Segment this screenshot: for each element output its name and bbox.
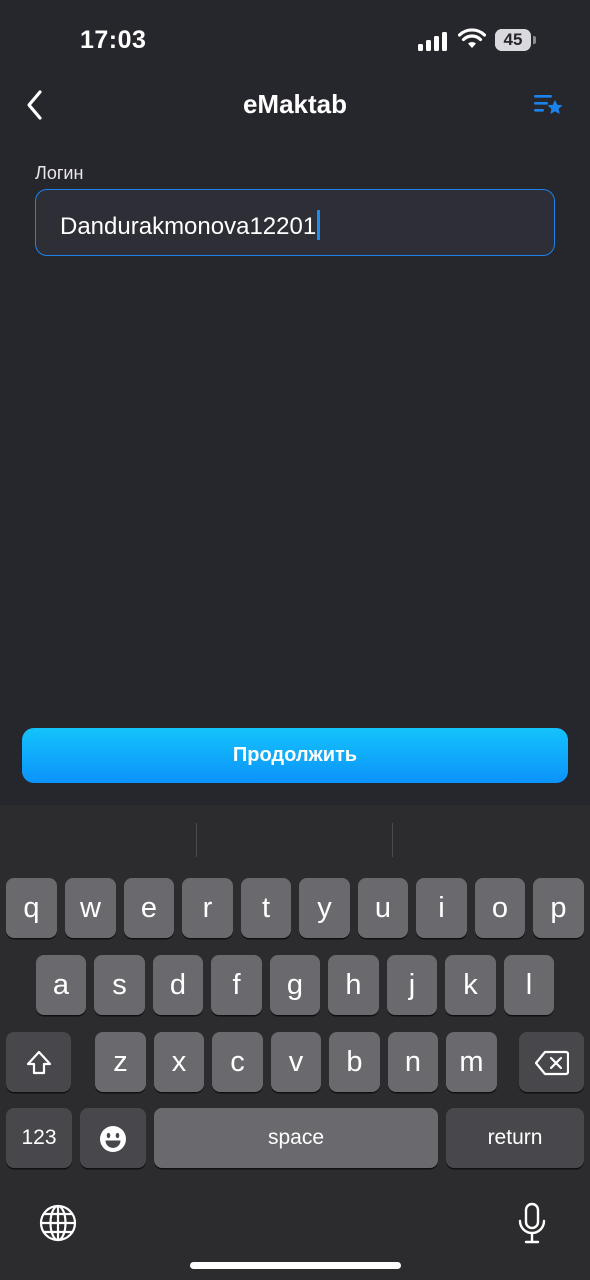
shift-key[interactable] — [6, 1032, 71, 1092]
suggestion-divider — [392, 823, 393, 857]
continue-button[interactable]: Продолжить — [22, 728, 568, 783]
key-j[interactable]: j — [387, 955, 437, 1015]
key-n[interactable]: n — [388, 1032, 438, 1092]
key-r[interactable]: r — [182, 878, 233, 938]
key-y[interactable]: y — [299, 878, 350, 938]
space-key[interactable]: space — [154, 1108, 438, 1168]
numbers-key[interactable]: 123 — [6, 1108, 72, 1168]
key-k[interactable]: k — [445, 955, 496, 1015]
status-time: 17:03 — [80, 26, 147, 54]
battery-percent: 45 — [503, 30, 523, 49]
key-s[interactable]: s — [94, 955, 145, 1015]
key-v[interactable]: v — [271, 1032, 321, 1092]
login-label: Логин — [35, 163, 84, 183]
key-t[interactable]: t — [241, 878, 291, 938]
key-d[interactable]: d — [153, 955, 203, 1015]
key-u[interactable]: u — [358, 878, 408, 938]
key-z[interactable]: z — [95, 1032, 146, 1092]
wifi-icon — [458, 28, 486, 48]
nav-bar: eMaktab — [0, 80, 590, 130]
key-a[interactable]: a — [36, 955, 86, 1015]
login-value: Dandurakmonova12201 — [60, 213, 317, 240]
key-e[interactable]: e — [124, 878, 174, 938]
key-f[interactable]: f — [211, 955, 262, 1015]
microphone-icon[interactable] — [517, 1202, 547, 1244]
emoji-key[interactable] — [80, 1108, 146, 1168]
emoji-icon — [100, 1126, 126, 1153]
status-bar: 17:03 45 — [0, 0, 590, 80]
home-indicator[interactable] — [190, 1262, 401, 1269]
key-q[interactable]: q — [6, 878, 57, 938]
suggestion-divider — [196, 823, 197, 857]
key-c[interactable]: c — [212, 1032, 263, 1092]
shift-icon — [26, 1051, 51, 1075]
globe-icon[interactable] — [38, 1203, 78, 1243]
login-input[interactable]: Dandurakmonova12201 — [35, 189, 555, 256]
key-g[interactable]: g — [270, 955, 320, 1015]
keyboard: q w e r t y u i o p a s d f g h j k l z … — [0, 805, 590, 1280]
key-w[interactable]: w — [65, 878, 116, 938]
battery-icon: 45 — [495, 29, 531, 51]
key-h[interactable]: h — [328, 955, 379, 1015]
return-key[interactable]: return — [446, 1108, 584, 1168]
login-value-wrap: Dandurakmonova12201 — [60, 210, 321, 241]
key-i[interactable]: i — [416, 878, 467, 938]
list-star-icon[interactable] — [533, 92, 565, 118]
key-l[interactable]: l — [504, 955, 554, 1015]
key-p[interactable]: p — [533, 878, 584, 938]
key-b[interactable]: b — [329, 1032, 380, 1092]
backspace-icon — [534, 1051, 569, 1076]
text-caret — [317, 210, 321, 240]
battery-cap — [533, 36, 536, 44]
key-x[interactable]: x — [154, 1032, 204, 1092]
key-m[interactable]: m — [446, 1032, 497, 1092]
delete-key[interactable] — [519, 1032, 584, 1092]
key-o[interactable]: o — [475, 878, 525, 938]
cellular-signal-icon — [418, 32, 447, 51]
page-title: eMaktab — [242, 89, 348, 119]
